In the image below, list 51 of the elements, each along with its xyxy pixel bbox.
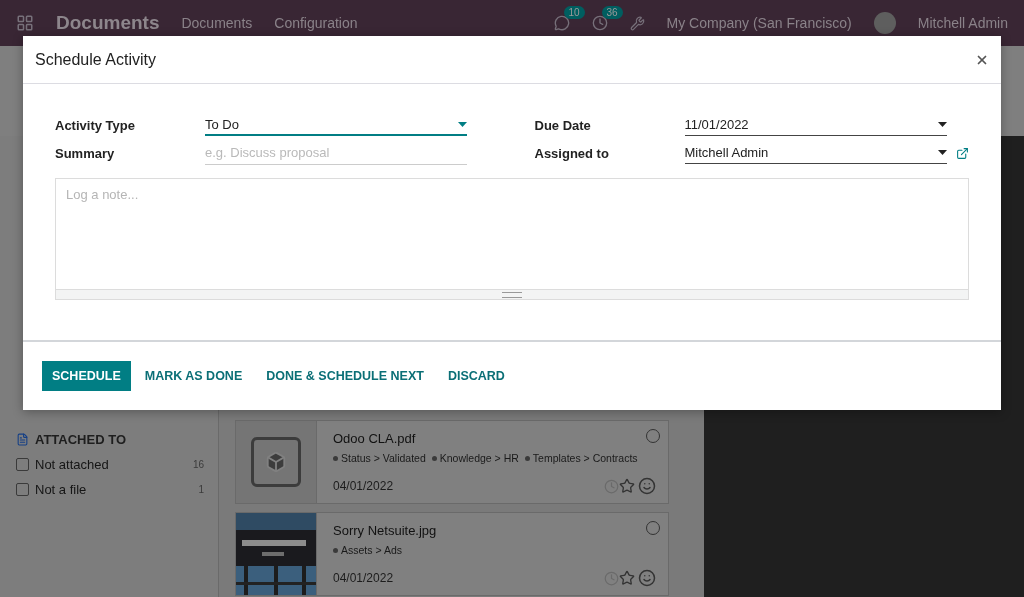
filter-label[interactable]: Not attached	[35, 457, 187, 472]
messages-icon[interactable]	[553, 15, 570, 31]
document-tag: Assets > Ads	[333, 544, 402, 556]
menu-item[interactable]: Documents	[181, 15, 253, 31]
field-label: Due Date	[534, 117, 592, 133]
document-tag: Templates > Contracts	[524, 452, 638, 464]
field-label: Activity Type	[55, 117, 136, 133]
dialog-button[interactable]: DONE & SCHEDULE NEXT	[256, 361, 434, 391]
filter-label[interactable]: Not a file	[35, 482, 193, 497]
filter-checkbox[interactable]	[16, 458, 29, 471]
smiley-icon[interactable]	[638, 477, 656, 495]
debug-icon[interactable]	[629, 15, 645, 31]
caret-icon[interactable]	[937, 150, 947, 155]
document-tag: Status > Validated	[333, 452, 426, 464]
user-avatar[interactable]	[873, 12, 896, 34]
dialog-title: Schedule Activity	[35, 50, 157, 69]
document-icon	[16, 433, 29, 446]
document-card[interactable]: Odoo CLA.pdf Status > Validated Knowledge > HR Templates > Contracts 04/01/2022	[235, 420, 669, 504]
app-name[interactable]: Documents	[56, 12, 160, 34]
user-menu[interactable]: Mitchell Admin	[917, 15, 1008, 31]
section-title: ATTACHED TO	[35, 432, 126, 447]
document-card[interactable]: Sorry Netsuite.jpg Assets > Ads 04/01/2022	[235, 512, 669, 596]
document-name: Sorry Netsuite.jpg	[333, 523, 437, 538]
document-name: Odoo CLA.pdf	[333, 431, 416, 446]
menu-item[interactable]: Configuration	[274, 15, 358, 31]
filter-count: 16	[192, 459, 204, 470]
document-tag: Knowledge > HR	[431, 452, 519, 464]
dialog-button[interactable]: MARK AS DONE	[134, 361, 253, 391]
app-menu-icon[interactable]	[16, 14, 34, 32]
company-switcher[interactable]: My Company (San Francisco)	[666, 15, 852, 31]
caret-icon[interactable]	[937, 122, 947, 127]
select-field[interactable]: To Do	[205, 114, 467, 136]
select-field[interactable]: Mitchell Admin	[684, 142, 947, 164]
field-label: Summary	[55, 145, 116, 161]
field-label: Assigned to	[534, 145, 610, 161]
smiley-icon[interactable]	[638, 569, 656, 587]
activities-icon[interactable]	[591, 15, 608, 31]
star-icon[interactable]	[619, 570, 635, 586]
star-icon[interactable]	[619, 478, 635, 494]
file-icon	[251, 437, 301, 487]
filter-count: 1	[198, 484, 204, 495]
activity-count: 36	[601, 6, 623, 19]
dialog-button[interactable]: DISCARD	[437, 361, 515, 391]
select-field[interactable]: 11/01/2022	[684, 114, 947, 136]
dialog-button[interactable]: SCHEDULE	[42, 361, 131, 391]
message-count: 10	[563, 6, 585, 19]
document-date: 04/01/2022	[333, 479, 395, 493]
resize-handle-icon[interactable]	[502, 291, 522, 298]
document-date: 04/01/2022	[333, 571, 395, 585]
filter-checkbox[interactable]	[16, 483, 29, 496]
external-link-icon[interactable]	[955, 146, 969, 160]
